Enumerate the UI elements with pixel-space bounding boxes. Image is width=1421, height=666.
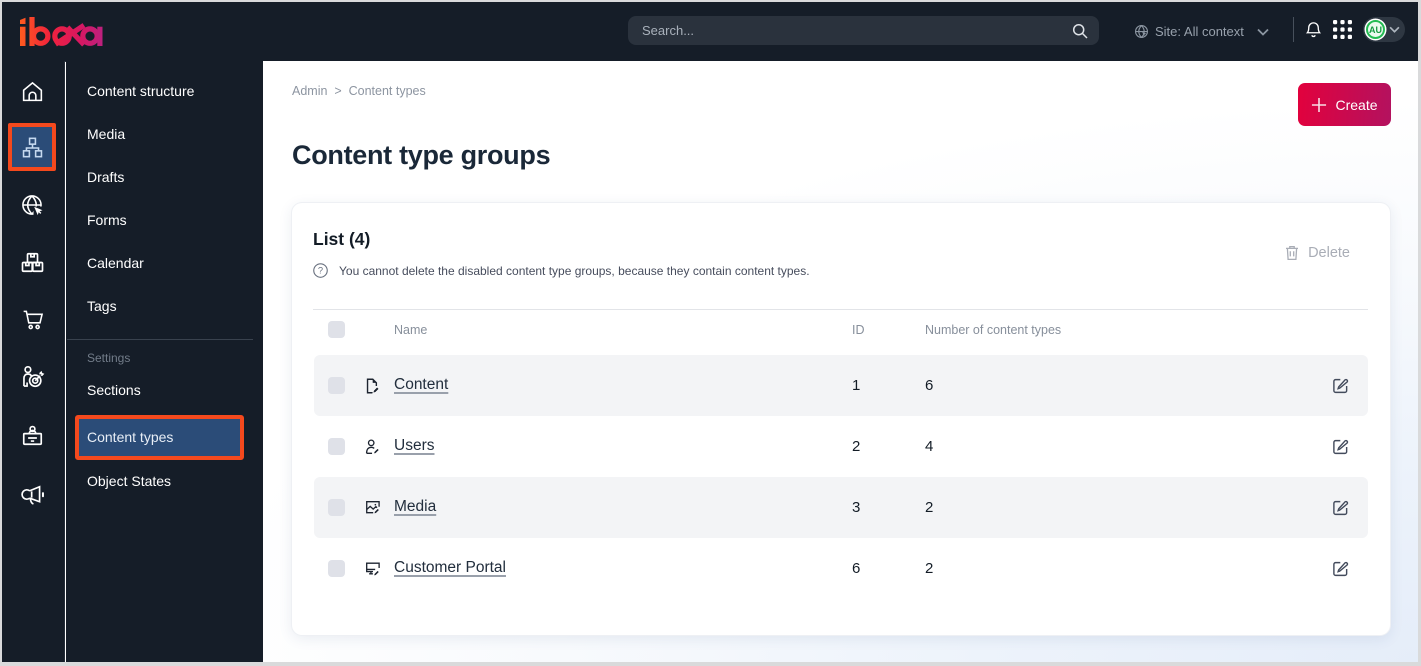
svg-text:?: ? [318, 266, 323, 276]
